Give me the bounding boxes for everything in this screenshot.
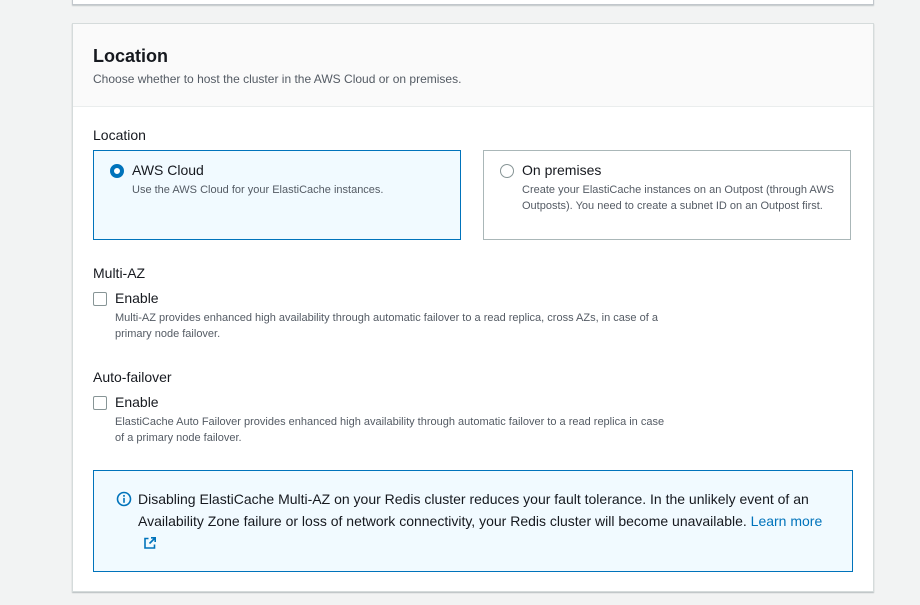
aws-cloud-description: Use the AWS Cloud for your ElastiCache i… <box>132 184 384 196</box>
info-alert: Disabling ElastiCache Multi-AZ on your R… <box>93 470 853 572</box>
auto-failover-enable-label[interactable]: Enable <box>115 394 159 410</box>
location-panel: Location Choose whether to host the clus… <box>72 23 874 592</box>
previous-panel-edge <box>72 0 874 5</box>
auto-failover-checkbox[interactable] <box>93 396 107 410</box>
on-premises-title: On premises <box>522 162 602 178</box>
on-premises-radio[interactable] <box>500 164 514 178</box>
panel-header: Location Choose whether to host the clus… <box>73 24 873 107</box>
panel-description: Choose whether to host the cluster in th… <box>93 72 462 86</box>
location-field-label: Location <box>93 127 146 143</box>
external-link-icon[interactable] <box>143 536 157 550</box>
learn-more-label[interactable]: Learn more <box>751 513 823 529</box>
multi-az-checkbox[interactable] <box>93 292 107 306</box>
auto-failover-description: ElastiCache Auto Failover provides enhan… <box>115 416 665 444</box>
aws-cloud-radio[interactable] <box>110 164 124 178</box>
alert-message: Disabling ElastiCache Multi-AZ on your R… <box>138 488 838 554</box>
info-icon <box>116 491 132 507</box>
on-premises-description: Create your ElastiCache instances on an … <box>522 184 835 212</box>
multi-az-enable-label[interactable]: Enable <box>115 290 159 306</box>
auto-failover-label: Auto-failover <box>93 369 172 385</box>
aws-cloud-title: AWS Cloud <box>132 162 204 178</box>
aws-cloud-tile[interactable]: AWS Cloud Use the AWS Cloud for your Ela… <box>93 150 461 240</box>
panel-title: Location <box>93 46 168 66</box>
on-premises-tile[interactable]: On premises Create your ElastiCache inst… <box>483 150 851 240</box>
multi-az-description: Multi-AZ provides enhanced high availabi… <box>115 312 658 340</box>
alert-text: Disabling ElastiCache Multi-AZ on your R… <box>138 491 809 529</box>
multi-az-label: Multi-AZ <box>93 265 146 281</box>
